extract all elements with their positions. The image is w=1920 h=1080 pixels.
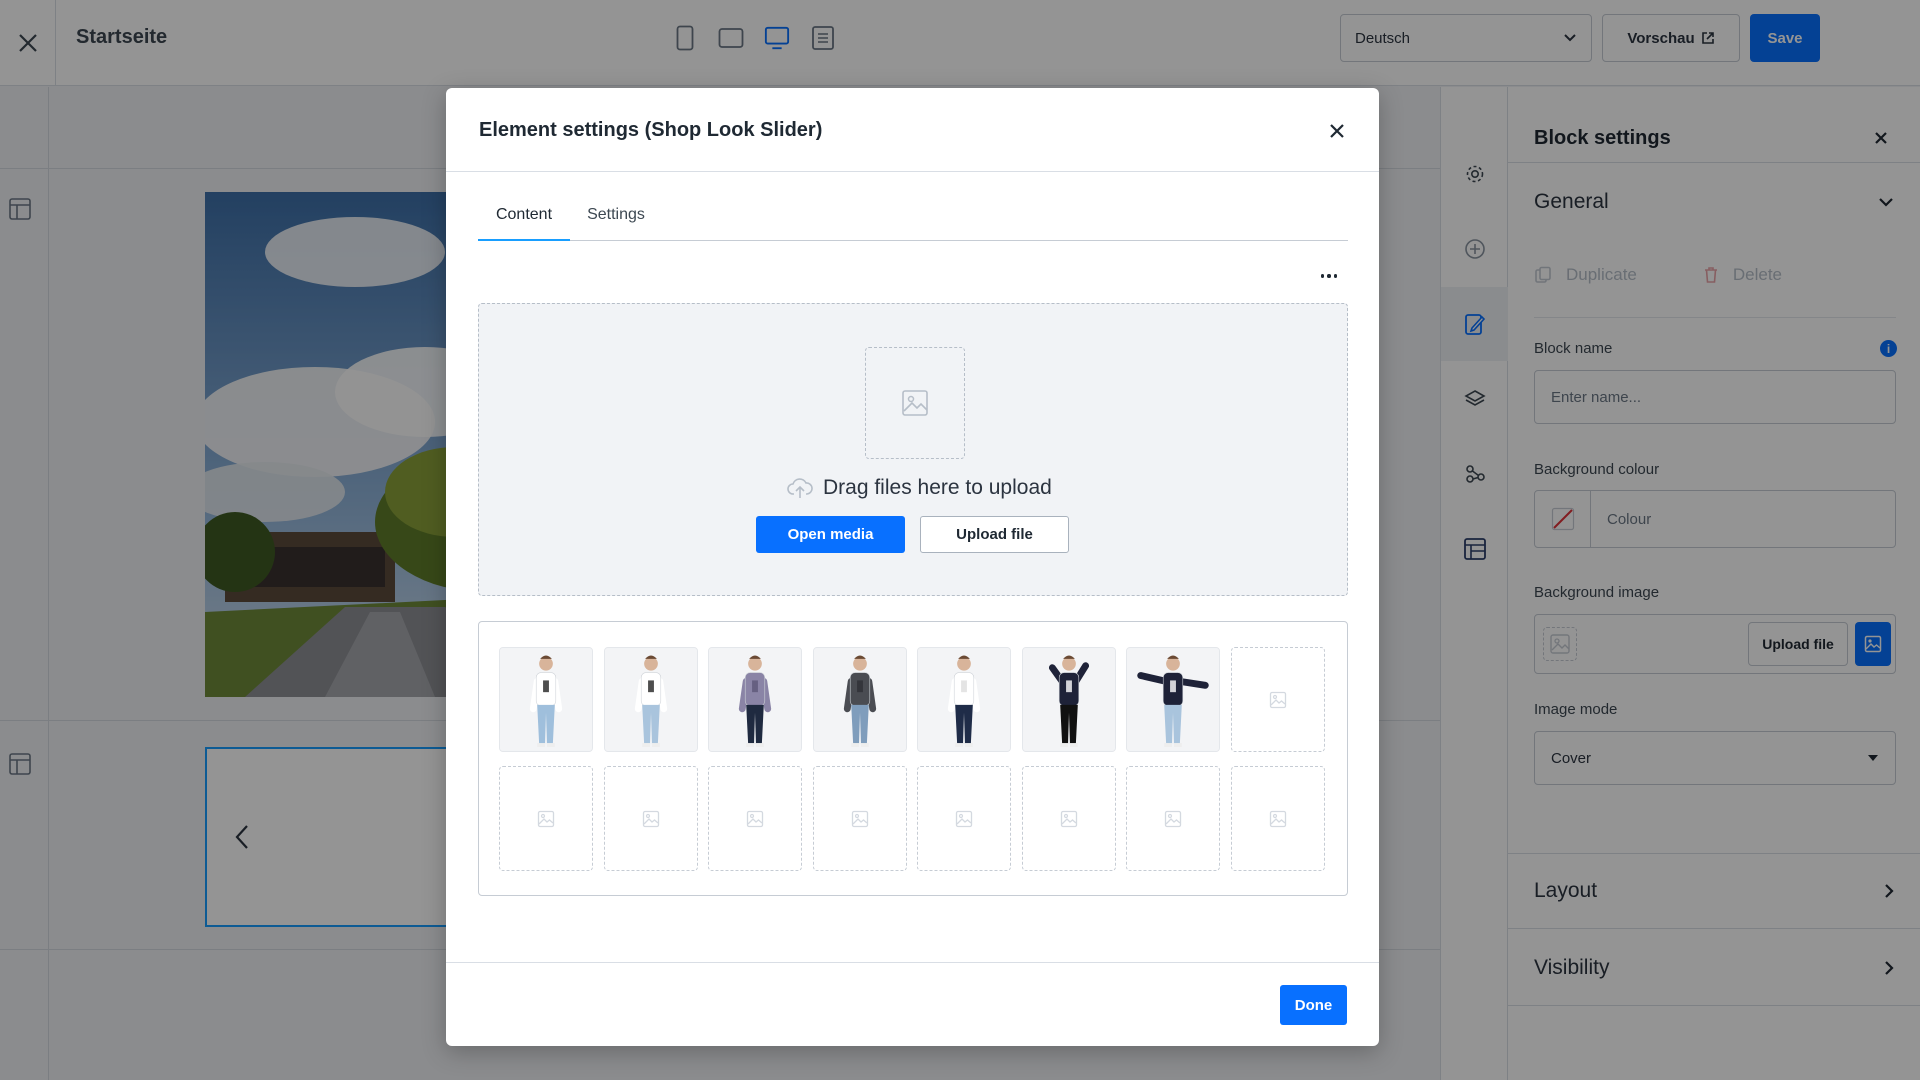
model-photo bbox=[709, 648, 801, 751]
upload-dropzone[interactable]: Drag files here to upload Open media Upl… bbox=[478, 303, 1348, 596]
gallery-image-tile[interactable] bbox=[812, 647, 907, 752]
image-placeholder-icon bbox=[642, 810, 659, 827]
more-dot bbox=[1333, 274, 1338, 278]
more-dot bbox=[1327, 274, 1331, 278]
more-options-button[interactable] bbox=[1316, 266, 1342, 286]
model-photo bbox=[500, 648, 592, 751]
gallery-empty-slot[interactable] bbox=[708, 766, 802, 871]
model-photo bbox=[918, 648, 1010, 751]
modal-close-button[interactable] bbox=[1324, 118, 1350, 144]
gallery-empty-slot[interactable] bbox=[812, 766, 907, 871]
image-placeholder-icon bbox=[955, 810, 973, 827]
gallery-empty-slot[interactable] bbox=[1230, 766, 1325, 871]
image-placeholder-icon bbox=[851, 810, 868, 827]
gallery-empty-slot[interactable] bbox=[1021, 766, 1116, 871]
open-media-button[interactable]: Open media bbox=[756, 516, 905, 553]
image-placeholder-icon bbox=[537, 810, 555, 827]
image-placeholder-icon bbox=[865, 347, 965, 459]
gallery-empty-slot[interactable] bbox=[603, 766, 698, 871]
model-photo bbox=[1127, 648, 1219, 751]
upload-file-button[interactable]: Upload file bbox=[920, 516, 1069, 553]
model-photo bbox=[604, 648, 697, 751]
model-photo bbox=[1022, 648, 1115, 751]
gallery-empty-slot[interactable] bbox=[917, 766, 1011, 871]
element-settings-modal: Element settings (Shop Look Slider) Cont… bbox=[446, 88, 1379, 1046]
modal-tabs: Content Settings bbox=[478, 206, 1348, 241]
cloud-upload-icon bbox=[787, 478, 813, 498]
gallery-empty-slot[interactable] bbox=[499, 766, 593, 871]
gallery-image-tile[interactable] bbox=[1126, 647, 1220, 752]
gallery-empty-slot[interactable] bbox=[1126, 766, 1220, 871]
dropzone-text: Drag files here to upload bbox=[823, 476, 1052, 499]
image-placeholder-icon bbox=[746, 810, 764, 827]
close-icon bbox=[1330, 124, 1344, 138]
gallery-image-tile[interactable] bbox=[1021, 647, 1116, 752]
gallery-empty-slot[interactable] bbox=[1230, 647, 1325, 752]
tab-settings[interactable]: Settings bbox=[570, 206, 662, 241]
image-gallery bbox=[478, 621, 1348, 896]
image-placeholder-icon bbox=[1164, 810, 1182, 827]
image-placeholder-icon bbox=[1269, 691, 1286, 708]
more-dot bbox=[1320, 274, 1325, 278]
modal-footer: Done bbox=[446, 962, 1379, 1046]
gallery-image-tile[interactable] bbox=[917, 647, 1011, 752]
dropzone-text-row: Drag files here to upload bbox=[787, 476, 1052, 500]
gallery-image-tile[interactable] bbox=[603, 647, 698, 752]
gallery-image-tile[interactable] bbox=[708, 647, 802, 752]
model-photo bbox=[813, 648, 906, 751]
image-placeholder-icon bbox=[1269, 810, 1286, 827]
tab-content[interactable]: Content bbox=[478, 206, 570, 241]
image-placeholder-icon bbox=[1060, 810, 1077, 827]
modal-title: Element settings (Shop Look Slider) bbox=[479, 119, 823, 141]
modal-header: Element settings (Shop Look Slider) bbox=[446, 88, 1379, 172]
done-button[interactable]: Done bbox=[1280, 985, 1347, 1025]
gallery-image-tile[interactable] bbox=[499, 647, 593, 752]
